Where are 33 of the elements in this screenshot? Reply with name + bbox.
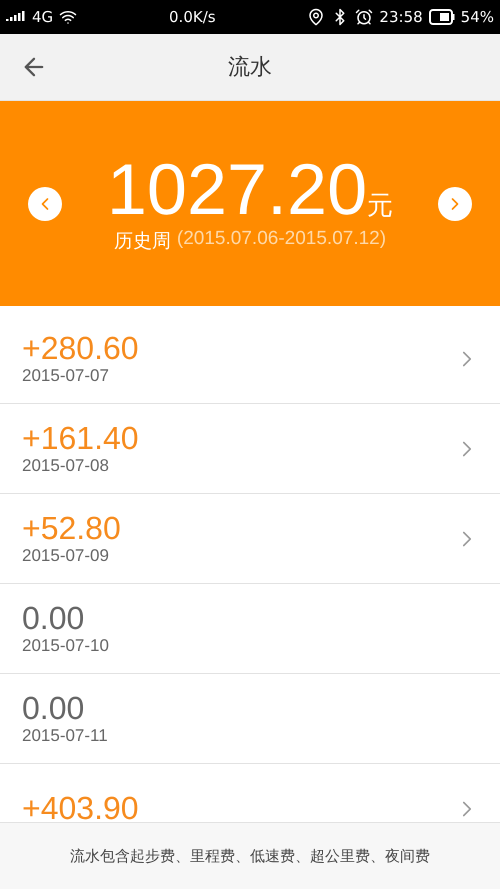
network-type: 4G <box>32 8 54 26</box>
entry-date: 2015-07-08 <box>22 456 109 476</box>
entry-amount: 0.00 <box>22 600 84 636</box>
entry-amount: 0.00 <box>22 690 84 726</box>
entry-date: 2015-07-10 <box>22 636 109 656</box>
entry-date: 2015-07-11 <box>22 726 108 746</box>
period-range: (2015.07.06-2015.07.12) <box>176 228 386 250</box>
wifi-icon <box>59 8 78 26</box>
entry-row[interactable]: +161.40 2015-07-08 <box>0 404 500 494</box>
network-speed: 0.0K/s <box>169 8 216 26</box>
location-icon <box>307 8 326 26</box>
alarm-icon <box>355 8 374 26</box>
entry-row[interactable]: 0.00 2015-07-10 <box>0 584 500 674</box>
entry-date: 2015-07-07 <box>22 366 109 386</box>
next-button[interactable] <box>438 186 472 220</box>
footer-note: 流水包含起步费、里程费、低速费、超公里费、夜间费 <box>70 846 430 866</box>
battery-icon <box>428 9 455 25</box>
battery-percent: 54% <box>460 8 494 26</box>
total-amount: 1027.20 <box>106 154 368 226</box>
entry-amount: +161.40 <box>22 420 139 456</box>
currency-unit: 元 <box>367 190 394 222</box>
entry-amount: +403.90 <box>22 790 139 822</box>
previous-button[interactable] <box>28 186 62 220</box>
signal-icon <box>6 11 26 23</box>
entry-amount: +280.60 <box>22 330 139 366</box>
page-title: 流水 <box>228 54 272 82</box>
period-label: 历史周 <box>114 228 171 254</box>
entry-row[interactable]: +280.60 2015-07-07 <box>0 314 500 404</box>
clock-time: 23:58 <box>379 8 423 26</box>
entry-row[interactable]: 0.00 2015-07-11 <box>0 674 500 764</box>
entry-amount: +52.80 <box>22 510 121 546</box>
entry-row[interactable]: +52.80 2015-07-09 <box>0 494 500 584</box>
entry-date: 2015-07-09 <box>22 546 109 566</box>
